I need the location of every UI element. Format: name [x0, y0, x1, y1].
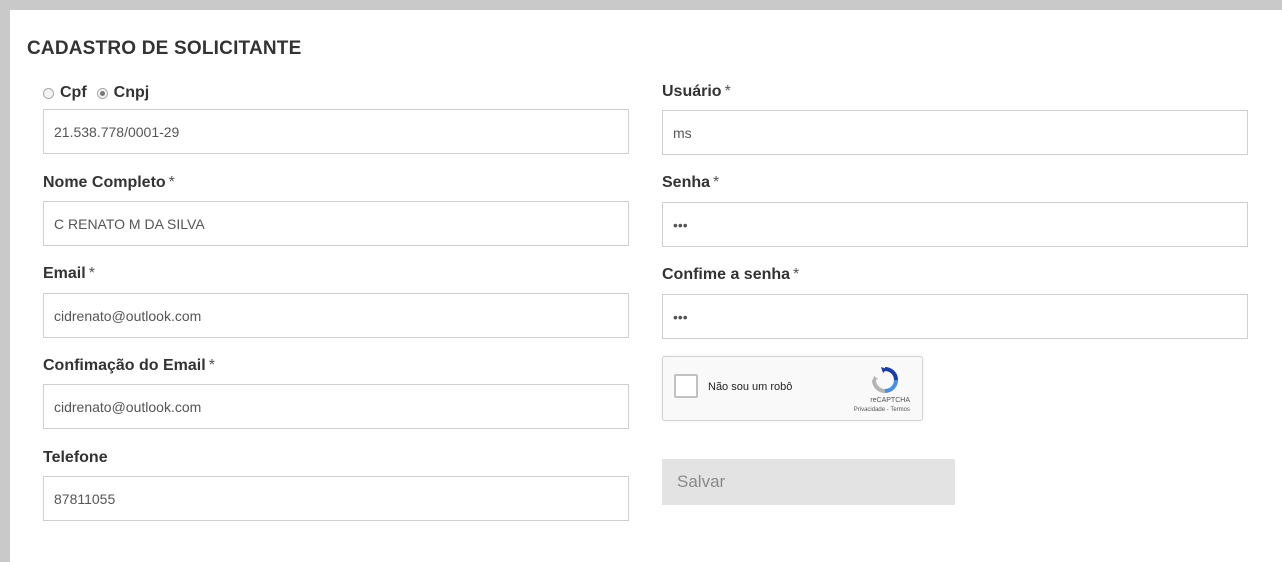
senha-confirm-label-text: Confime a senha	[662, 266, 791, 283]
document-input[interactable]	[43, 109, 629, 154]
required-marker: *	[88, 265, 95, 282]
recaptcha-label: Não sou um robô	[708, 381, 793, 393]
email-confirm-label-text: Confimação do Email	[43, 357, 206, 374]
recaptcha-logo-icon	[872, 367, 898, 393]
nome-label-text: Nome Completo	[43, 174, 166, 191]
senha-confirm-label: Confime a senha *	[662, 266, 799, 284]
telefone-label: Telefone	[43, 449, 108, 467]
recaptcha-checkbox[interactable]	[674, 374, 698, 398]
recaptcha-terms-link[interactable]: Termos	[890, 407, 910, 413]
email-confirm-input[interactable]	[43, 384, 629, 429]
nome-label: Nome Completo *	[43, 174, 175, 192]
recaptcha-widget: Não sou um robô reCAPTCHA Privacidade - …	[662, 356, 923, 421]
nome-input[interactable]	[43, 201, 629, 246]
required-marker: *	[793, 266, 800, 283]
recaptcha-links: Privacidade - Termos	[854, 407, 910, 413]
radio-cnpj-label: Cnpj	[113, 84, 150, 101]
telefone-input[interactable]	[43, 476, 629, 521]
radio-cpf[interactable]: Cpf	[43, 84, 87, 102]
form-title: CADASTRO DE SOLICITANTE	[27, 38, 302, 59]
recaptcha-brand: reCAPTCHA	[870, 397, 910, 404]
email-confirm-label: Confimação do Email *	[43, 357, 215, 375]
senha-input[interactable]	[662, 202, 1248, 247]
email-input[interactable]	[43, 293, 629, 338]
radio-cnpj[interactable]: Cnpj	[96, 84, 150, 102]
radio-cnpj-circle[interactable]	[96, 87, 108, 99]
email-label: Email *	[43, 265, 95, 283]
required-marker: *	[713, 174, 720, 191]
senha-label: Senha *	[662, 174, 719, 192]
required-marker: *	[724, 83, 731, 100]
save-button[interactable]: Salvar	[662, 459, 955, 505]
senha-label-text: Senha	[662, 174, 711, 191]
usuario-label-text: Usuário	[662, 83, 722, 100]
radio-cpf-label: Cpf	[60, 84, 87, 101]
required-marker: *	[208, 357, 215, 374]
email-label-text: Email	[43, 265, 86, 282]
senha-confirm-input[interactable]	[662, 294, 1248, 339]
usuario-label: Usuário *	[662, 83, 731, 101]
radio-cpf-circle[interactable]	[43, 87, 54, 99]
required-marker: *	[168, 174, 175, 191]
recaptcha-privacy-link[interactable]: Privacidade	[854, 407, 885, 413]
telefone-label-text: Telefone	[43, 449, 108, 466]
doc-type-radio-group: Cpf Cnpj	[43, 82, 149, 104]
usuario-input[interactable]	[662, 110, 1248, 155]
